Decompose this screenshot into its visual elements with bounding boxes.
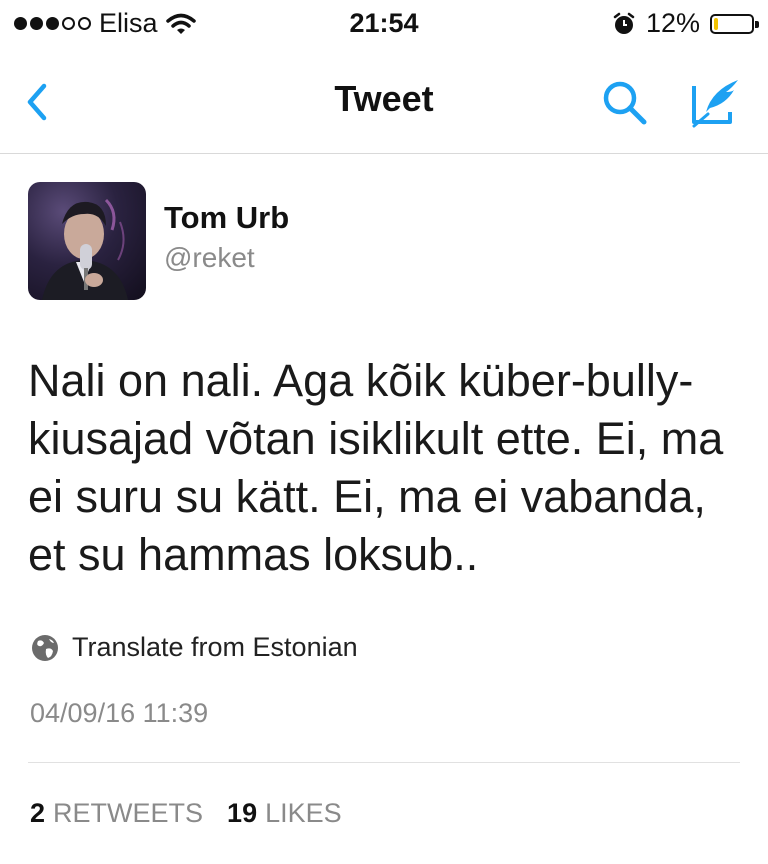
likes-count[interactable]: 19	[227, 798, 257, 829]
tweet-text-line: ei suru su kätt. Ei, ma ei vabanda,	[28, 471, 706, 522]
tweet-text-line: et su hammas loksub..	[28, 529, 479, 580]
tweet-text-line: kiusajad võtan isiklikult ette. Ei, ma	[28, 413, 724, 464]
tweet-text: Nali on nali. Aga kõik küber-bully- kius…	[28, 352, 748, 584]
tweet-stats: 2 RETWEETS 19 LIKES	[30, 798, 342, 829]
avatar[interactable]	[28, 182, 146, 300]
translate-button[interactable]: Translate from Estonian	[30, 632, 358, 663]
alarm-icon	[613, 12, 635, 34]
status-right: 12%	[612, 8, 759, 39]
translate-label: Translate from Estonian	[72, 632, 358, 662]
user-display-name[interactable]: Tom Urb	[164, 200, 289, 236]
battery-percent: 12%	[645, 8, 700, 38]
tweet-text-line: Nali on nali. Aga kõik küber-bully-	[28, 355, 694, 406]
compose-tweet-icon[interactable]	[686, 74, 746, 132]
battery-icon	[710, 13, 759, 34]
user-handle[interactable]: @reket	[164, 242, 255, 274]
navigation-bar: Tweet	[0, 52, 768, 154]
avatar-photo	[42, 198, 128, 300]
retweets-count[interactable]: 2	[30, 798, 45, 829]
divider	[28, 762, 740, 763]
likes-label[interactable]: LIKES	[265, 798, 342, 829]
search-icon[interactable]	[598, 78, 652, 128]
retweets-label[interactable]: RETWEETS	[53, 798, 203, 829]
page-title: Tweet	[334, 78, 434, 119]
status-bar: Elisa 21:54 12%	[0, 0, 768, 52]
globe-icon	[32, 634, 58, 661]
tweet-timestamp: 04/09/16 11:39	[30, 698, 209, 728]
